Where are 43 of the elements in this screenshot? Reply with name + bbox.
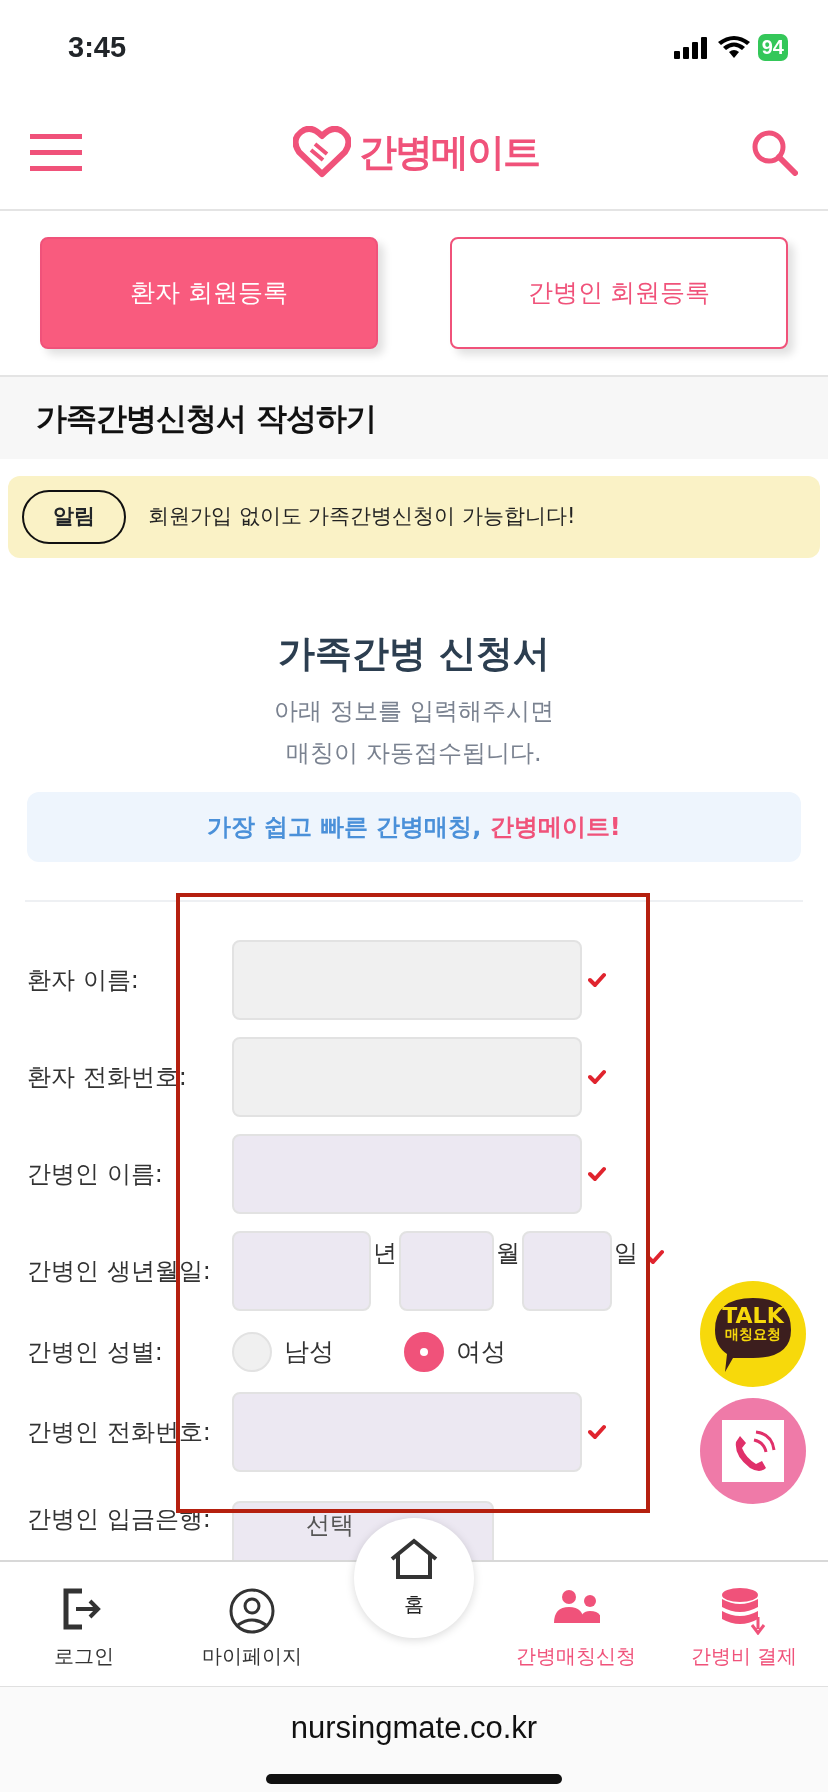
input-field[interactable] [232,1231,371,1311]
input-field[interactable] [232,1037,582,1117]
notice-text: 회원가입 없이도 가족간병신청이 가능합니다! [148,503,576,531]
url-text: nursingmate.co.kr [290,1709,538,1747]
database-download-icon [720,1587,768,1635]
radio-label: 여성 [456,1335,506,1368]
field-label: 환자 이름: [27,965,140,996]
field-label: 간병인 이름: [27,1159,164,1190]
unit-label: 월 [496,1237,520,1269]
input-field[interactable] [232,940,582,1020]
search-icon[interactable] [750,128,798,176]
radio-label: 남성 [284,1335,334,1368]
battery-level: 94 [757,34,788,61]
field-label: 간병인 입금은행: [27,1503,212,1535]
person-icon [228,1587,276,1635]
form-subtitle: 매칭이 자동접수됩니다. [285,737,543,769]
page-title: 가족간병신청서 작성하기 [36,398,376,438]
field-label: 간병인 성별: [27,1336,164,1368]
notice-badge: 알림 [22,490,126,544]
form-subtitle: 아래 정보를 입력해주시면 [273,695,555,727]
talk-label: TALK 매칭요청 [721,1305,785,1341]
slogan-text: 가장 쉽고 빠른 간병매칭, 간병메이트! [207,811,621,843]
kakao-talk-button[interactable]: TALK 매칭요청 [700,1281,806,1387]
nav-item[interactable]: 홈 [354,1518,474,1638]
unit-label: 일 [614,1237,638,1269]
signal-icon [673,36,710,59]
nav-item[interactable]: 간병매칭신청 [492,1586,660,1672]
input-field[interactable] [399,1231,494,1311]
form-title: 가족간병 신청서 [277,631,551,677]
status-time: 3:45 [68,29,127,65]
input-field[interactable] [232,1392,582,1472]
input-field[interactable] [522,1231,612,1311]
wifi-icon [717,35,750,60]
nav-item[interactable]: 간병비 결제 [660,1586,828,1672]
unit-label: 년 [373,1237,397,1269]
heart-handshake-icon [293,126,351,178]
menu-icon[interactable] [30,132,82,172]
register-tab[interactable]: 간병인 회원등록 [450,237,788,349]
nav-item[interactable]: 로그인 [0,1586,168,1672]
radio-button[interactable] [404,1331,444,1372]
input-field[interactable] [232,1134,582,1214]
logo-text[interactable]: 간병메이트 [359,123,539,181]
nav-item[interactable]: 마이페이지 [168,1586,336,1672]
